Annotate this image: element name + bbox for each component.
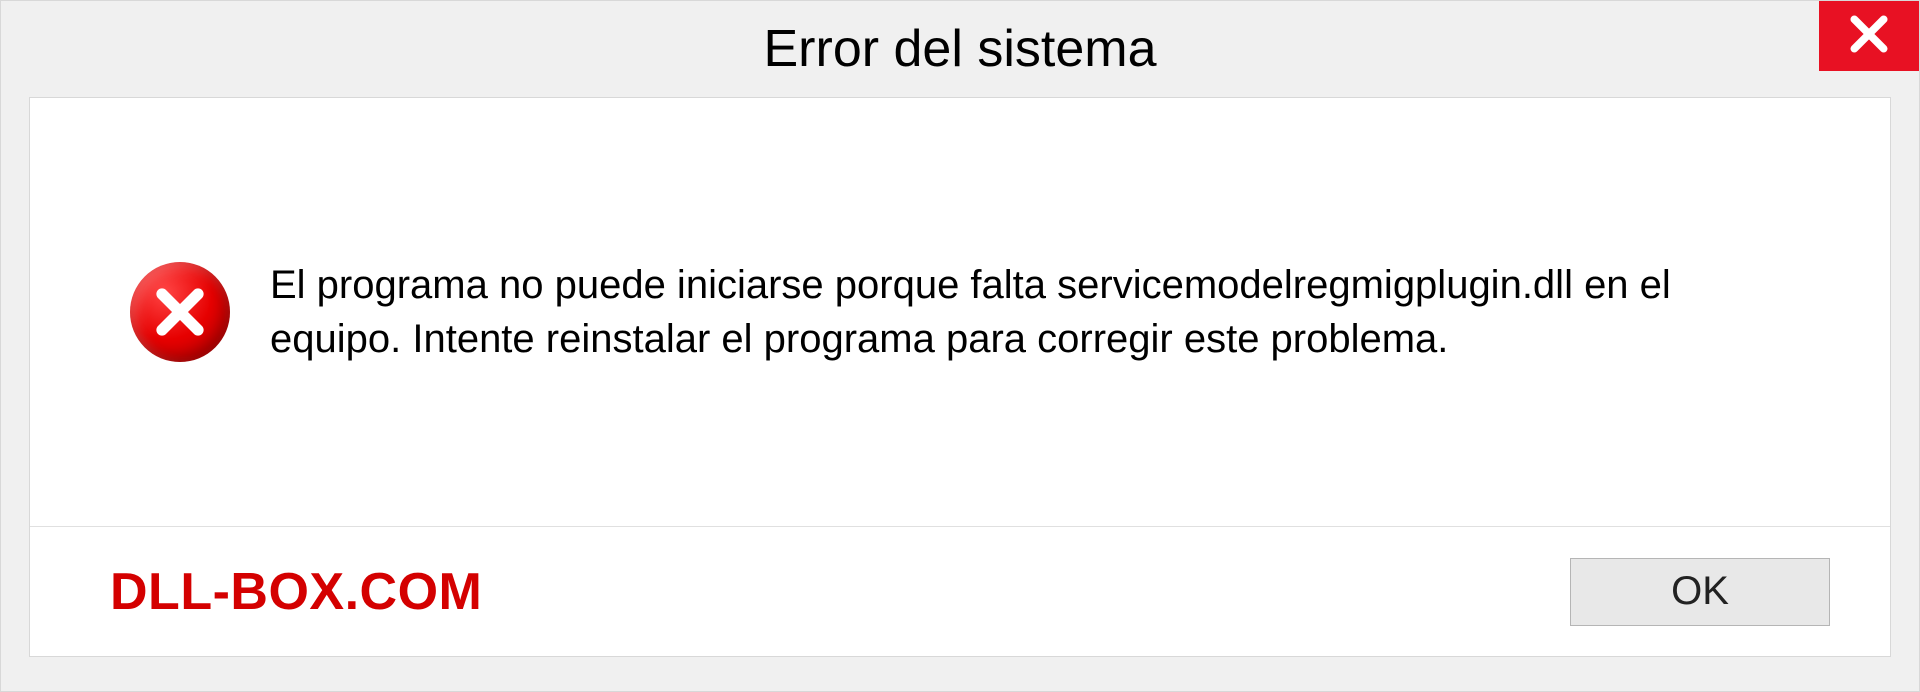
titlebar: Error del sistema [1, 1, 1919, 97]
watermark-text: DLL-BOX.COM [110, 562, 482, 622]
dialog-footer: DLL-BOX.COM OK [30, 526, 1890, 656]
ok-button[interactable]: OK [1570, 558, 1830, 626]
error-message: El programa no puede iniciarse porque fa… [270, 258, 1810, 366]
close-icon [1847, 12, 1891, 61]
message-area: El programa no puede iniciarse porque fa… [30, 98, 1890, 526]
error-icon [130, 262, 230, 362]
close-button[interactable] [1819, 1, 1919, 71]
dialog-title: Error del sistema [764, 19, 1157, 79]
dialog-content: El programa no puede iniciarse porque fa… [29, 97, 1891, 657]
